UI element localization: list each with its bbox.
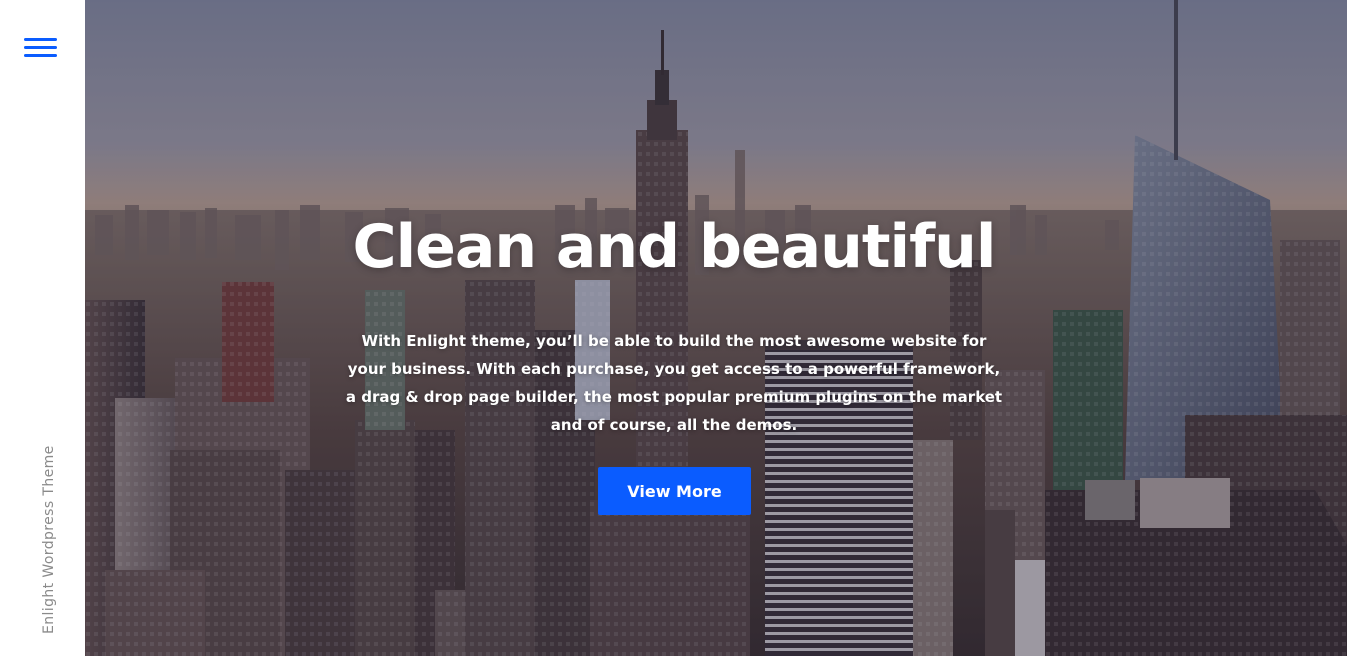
sidebar-vertical-text: Enlight Wordpress Theme — [41, 445, 57, 634]
view-more-button[interactable]: View More — [598, 467, 751, 515]
menu-bar — [24, 46, 57, 49]
menu-bar — [24, 54, 57, 57]
hamburger-menu-icon[interactable] — [24, 36, 58, 62]
page: Enlight Wordpress Theme Clean and beauti… — [0, 0, 1347, 656]
sidebar: Enlight Wordpress Theme — [0, 0, 85, 656]
hero-description: With Enlight theme, you’ll be able to bu… — [345, 332, 1003, 434]
hero-content: Clean and beautiful With Enlight theme, … — [85, 0, 1347, 656]
hero-title: Clean and beautiful — [352, 212, 997, 282]
menu-bar — [24, 38, 57, 41]
